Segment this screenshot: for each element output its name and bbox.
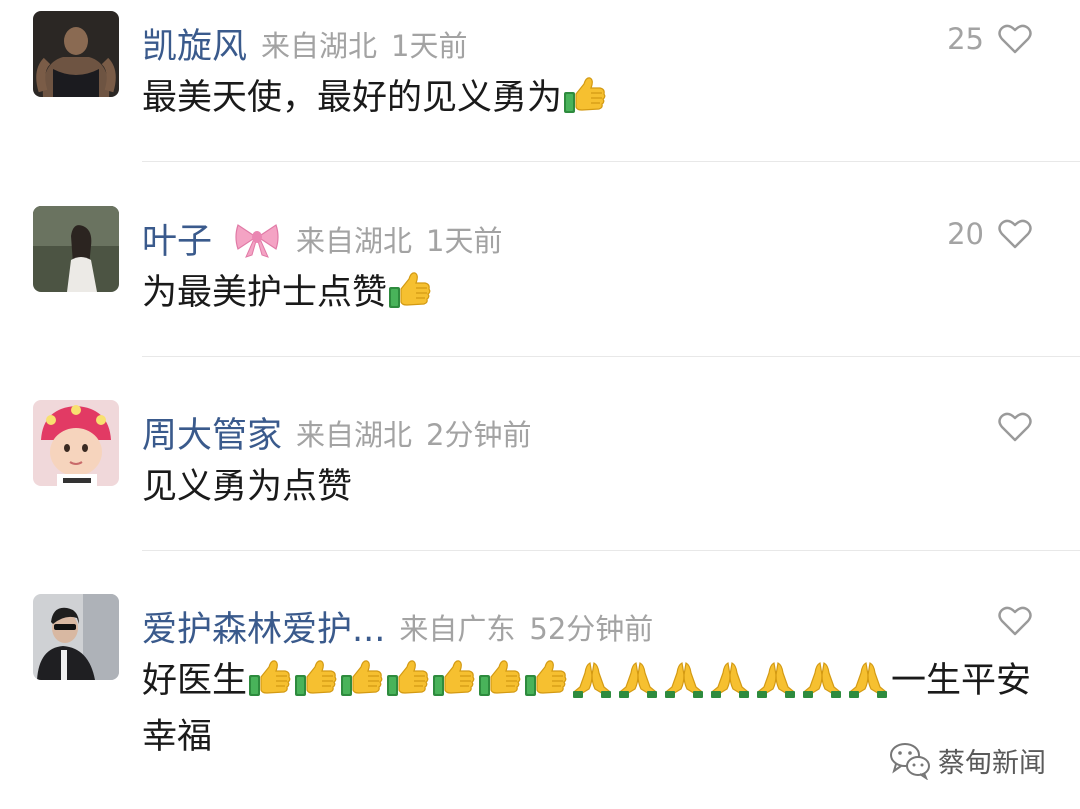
folded-hands-icon bbox=[799, 657, 845, 699]
location-label: 来自湖北 bbox=[296, 417, 413, 452]
thumbs-up-icon bbox=[477, 657, 523, 699]
like-button[interactable]: 20 bbox=[947, 217, 1032, 251]
like-button[interactable] bbox=[984, 605, 1032, 637]
heart-icon[interactable] bbox=[998, 411, 1032, 443]
comment-list: 凯旋风 来自湖北 1天前 25 最美天使，最好的见义勇为 叶子 来自湖北 1天前… bbox=[0, 0, 1080, 809]
timestamp: 52分钟前 bbox=[529, 611, 654, 646]
thumbs-up-icon bbox=[387, 269, 433, 311]
thumbs-up-icon bbox=[385, 657, 431, 699]
folded-hands-icon bbox=[845, 657, 891, 699]
username[interactable]: 叶子 bbox=[142, 213, 212, 264]
comment-text: 见义勇为点赞 bbox=[142, 459, 1042, 515]
timestamp: 1天前 bbox=[426, 223, 503, 258]
comment-meta: 爱护森林爱护... 来自广东 52分钟前 bbox=[142, 601, 653, 652]
username[interactable]: 凯旋风 bbox=[142, 18, 247, 69]
comment-meta: 周大管家 来自湖北 2分钟前 bbox=[142, 407, 531, 458]
comment-item: 叶子 来自湖北 1天前 20 为最美护士点赞 bbox=[0, 195, 1080, 357]
divider bbox=[142, 161, 1080, 162]
like-button[interactable] bbox=[984, 411, 1032, 443]
thumbs-up-icon bbox=[431, 657, 477, 699]
avatar-image bbox=[33, 594, 119, 680]
username[interactable]: 爱护森林爱护... bbox=[142, 601, 385, 652]
thumbs-up-icon bbox=[293, 657, 339, 699]
folded-hands-icon bbox=[753, 657, 799, 699]
divider bbox=[142, 356, 1080, 357]
avatar[interactable] bbox=[33, 400, 119, 486]
heart-icon[interactable] bbox=[998, 218, 1032, 250]
watermark: 蔡甸新闻 bbox=[888, 740, 1046, 780]
like-count: 20 bbox=[947, 217, 984, 251]
timestamp: 2分钟前 bbox=[426, 417, 532, 452]
avatar[interactable] bbox=[33, 11, 119, 97]
comment-item: 周大管家 来自湖北 2分钟前 见义勇为点赞 bbox=[0, 389, 1080, 551]
avatar[interactable] bbox=[33, 594, 119, 680]
comment-body: 为最美护士点赞 bbox=[142, 273, 388, 313]
username[interactable]: 周大管家 bbox=[142, 407, 282, 458]
avatar-image bbox=[33, 206, 119, 292]
like-button[interactable]: 25 bbox=[947, 22, 1032, 56]
wechat-icon bbox=[890, 743, 930, 780]
heart-icon[interactable] bbox=[998, 23, 1032, 55]
thumbs-up-icon bbox=[247, 657, 293, 699]
folded-hands-icon bbox=[569, 657, 615, 699]
comment-meta: 凯旋风 来自湖北 1天前 bbox=[142, 18, 467, 69]
avatar[interactable] bbox=[33, 206, 119, 292]
comment-body-start: 好医生 bbox=[142, 661, 248, 701]
like-count: 25 bbox=[947, 22, 984, 56]
comment-body: 见义勇为点赞 bbox=[142, 467, 353, 507]
comment-text: 为最美护士点赞 bbox=[142, 265, 1042, 321]
thumbs-up-icon bbox=[523, 657, 569, 699]
avatar-image bbox=[33, 400, 119, 486]
watermark-text: 蔡甸新闻 bbox=[938, 747, 1046, 779]
comment-body: 最美天使，最好的见义勇为 bbox=[142, 78, 563, 118]
location-label: 来自湖北 bbox=[296, 223, 413, 258]
comment-meta: 叶子 来自湖北 1天前 bbox=[142, 213, 502, 264]
avatar-image bbox=[33, 11, 119, 97]
timestamp: 1天前 bbox=[391, 28, 468, 63]
comment-item: 凯旋风 来自湖北 1天前 25 最美天使，最好的见义勇为 bbox=[0, 0, 1080, 162]
folded-hands-icon bbox=[615, 657, 661, 699]
bow-icon bbox=[234, 219, 280, 259]
divider bbox=[142, 550, 1080, 551]
location-label: 来自广东 bbox=[399, 611, 516, 646]
folded-hands-icon bbox=[707, 657, 753, 699]
location-label: 来自湖北 bbox=[261, 28, 378, 63]
thumbs-up-icon bbox=[562, 74, 608, 116]
comment-text: 最美天使，最好的见义勇为 bbox=[142, 70, 1042, 126]
folded-hands-icon bbox=[661, 657, 707, 699]
thumbs-up-icon bbox=[339, 657, 385, 699]
heart-icon[interactable] bbox=[998, 605, 1032, 637]
